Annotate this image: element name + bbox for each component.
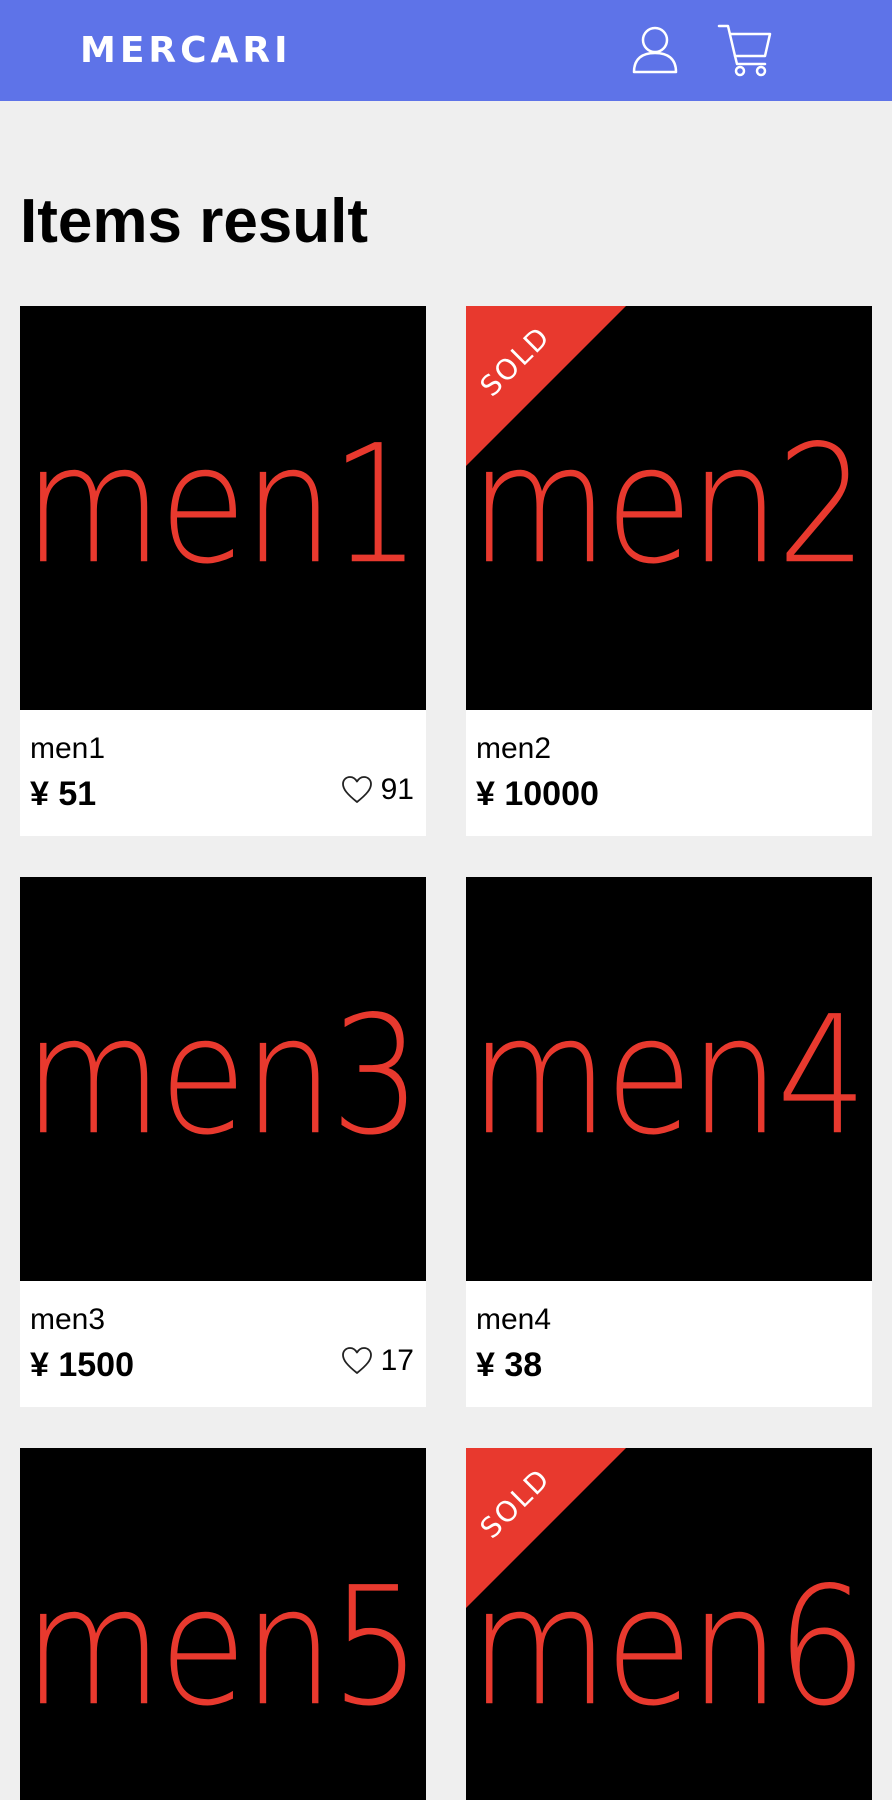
item-card-men3[interactable]: men3 men3 ¥ 1500 17 bbox=[20, 877, 426, 1407]
item-name: men1 bbox=[30, 732, 106, 765]
item-card-men5[interactable]: men5 bbox=[20, 1448, 426, 1800]
item-card-men2[interactable]: men2 SOLD men2 ¥ 10000 bbox=[466, 306, 872, 836]
item-card-men4[interactable]: men4 men4 ¥ 38 bbox=[466, 877, 872, 1407]
item-price: ¥ 1500 bbox=[30, 1346, 134, 1384]
item-card-men6[interactable]: men6 SOLD bbox=[466, 1448, 872, 1800]
thumbnail-label: men4 bbox=[470, 981, 867, 1172]
item-price: ¥ 51 bbox=[30, 775, 97, 813]
item-info: men3 ¥ 1500 17 bbox=[20, 1281, 426, 1407]
item-name: men3 bbox=[30, 1303, 106, 1336]
item-price: ¥ 38 bbox=[476, 1346, 543, 1384]
thumbnail-label: men5 bbox=[24, 1552, 421, 1743]
like-count: 91 bbox=[380, 773, 414, 806]
like-button[interactable]: 91 bbox=[341, 770, 414, 810]
sold-badge: SOLD bbox=[466, 306, 626, 466]
item-thumbnail[interactable]: men5 bbox=[20, 1448, 426, 1800]
items-grid: men1 men1 ¥ 51 91 men2 SOLD men2 ¥ 10000 bbox=[0, 0, 892, 1800]
item-price: ¥ 10000 bbox=[476, 775, 599, 813]
item-thumbnail[interactable]: men4 bbox=[466, 877, 872, 1281]
item-thumbnail[interactable]: men2 SOLD bbox=[466, 306, 872, 710]
item-info: men4 ¥ 38 bbox=[466, 1281, 872, 1407]
like-count: 17 bbox=[380, 1344, 414, 1377]
item-info: men2 ¥ 10000 bbox=[466, 710, 872, 836]
thumbnail-label: men3 bbox=[24, 981, 421, 1172]
sold-badge: SOLD bbox=[466, 1448, 626, 1608]
heart-icon bbox=[341, 776, 372, 803]
item-info: men1 ¥ 51 91 bbox=[20, 710, 426, 836]
thumbnail-label: men1 bbox=[24, 410, 421, 601]
item-name: men2 bbox=[476, 732, 552, 765]
item-thumbnail[interactable]: men6 SOLD bbox=[466, 1448, 872, 1800]
item-thumbnail[interactable]: men1 bbox=[20, 306, 426, 710]
heart-icon bbox=[341, 1347, 372, 1374]
item-thumbnail[interactable]: men3 bbox=[20, 877, 426, 1281]
like-button[interactable]: 17 bbox=[341, 1341, 414, 1381]
item-name: men4 bbox=[476, 1303, 552, 1336]
item-card-men1[interactable]: men1 men1 ¥ 51 91 bbox=[20, 306, 426, 836]
